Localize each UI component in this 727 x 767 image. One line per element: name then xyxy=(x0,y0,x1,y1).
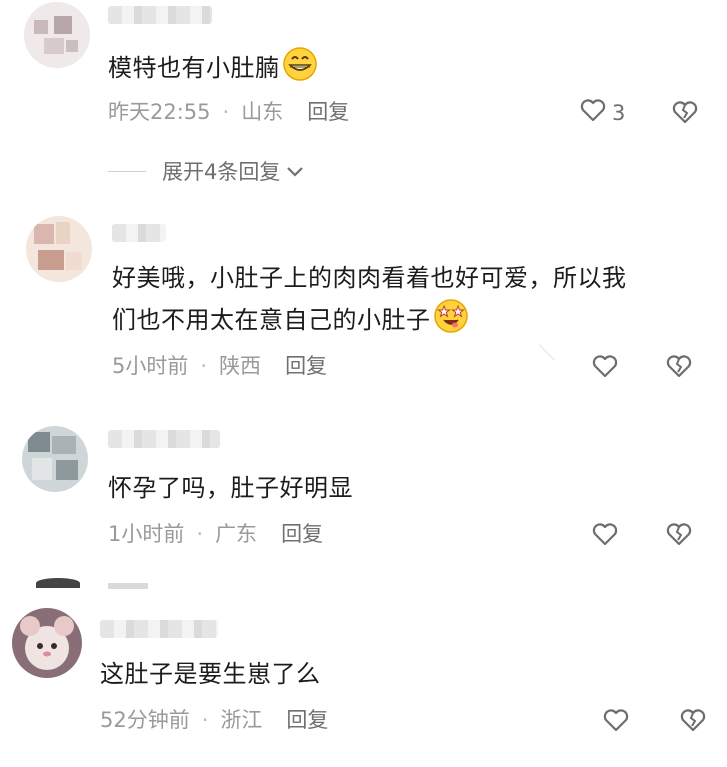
like-button[interactable] xyxy=(603,708,629,737)
comment-location: 山东 xyxy=(241,100,284,124)
username-blurred[interactable] xyxy=(112,224,166,242)
expand-replies-label: 展开4条回复 xyxy=(162,160,281,184)
dislike-button[interactable] xyxy=(666,522,692,550)
like-button[interactable] xyxy=(592,522,618,551)
comment-time: 5小时前 xyxy=(112,354,189,378)
dislike-button[interactable] xyxy=(680,708,706,736)
heart-icon xyxy=(580,98,606,127)
like-count: 3 xyxy=(612,100,626,125)
broken-heart-icon xyxy=(666,523,692,550)
heart-icon xyxy=(592,354,618,383)
heart-icon xyxy=(592,522,618,551)
avatar[interactable] xyxy=(24,2,90,68)
like-button[interactable] xyxy=(592,354,618,383)
avatar xyxy=(36,578,80,588)
star-struck-face-icon xyxy=(433,298,469,346)
comment-time: 昨天22:55 xyxy=(108,100,211,124)
comment-item: 模特也有小肚腩 昨天22:55 · 山东 回复 3 展开4条回复 xyxy=(0,0,727,200)
comment-text-content: 怀孕了吗，肚子好明显 xyxy=(108,474,353,502)
comment-text-line: 们也不用太在意自己的小肚子 xyxy=(112,306,431,334)
comment-text: 怀孕了吗，肚子好明显 xyxy=(108,468,353,508)
grinning-face-icon xyxy=(282,46,318,94)
like-button[interactable]: 3 xyxy=(580,98,625,127)
reply-button[interactable]: 回复 xyxy=(286,708,328,732)
comment-meta: 5小时前 · 陕西 回复 xyxy=(112,352,327,380)
comment-meta: 昨天22:55 · 山东 回复 xyxy=(108,98,349,126)
comment-text-content: 模特也有小肚腩 xyxy=(108,54,280,82)
heart-icon xyxy=(603,708,629,737)
meta-separator: · xyxy=(196,522,204,546)
comment-location: 浙江 xyxy=(220,708,263,732)
comment-item: 好美哦，小肚子上的肉肉看着也好可爱，所以我 们也不用太在意自己的小肚子 5小时前… xyxy=(0,210,727,410)
comment-text-content: 这肚子是要生崽了么 xyxy=(100,660,321,688)
comment-time: 1小时前 xyxy=(108,522,185,546)
comment-location: 陕西 xyxy=(219,354,262,378)
avatar[interactable] xyxy=(22,426,88,492)
comment-text-line: 好美哦，小肚子上的肉肉看着也好可爱，所以我 xyxy=(112,264,627,292)
comment-text: 好美哦，小肚子上的肉肉看着也好可爱，所以我 们也不用太在意自己的小肚子 xyxy=(112,258,627,346)
comment-item: 这肚子是要生崽了么 52分钟前 · 浙江 回复 xyxy=(0,600,727,767)
dislike-button[interactable] xyxy=(666,354,692,382)
meta-separator: · xyxy=(201,708,209,732)
reply-button[interactable]: 回复 xyxy=(281,522,323,546)
divider xyxy=(108,170,146,172)
reply-button[interactable]: 回复 xyxy=(285,354,327,378)
username-blurred[interactable] xyxy=(108,430,220,448)
reply-button[interactable]: 回复 xyxy=(307,100,349,124)
comment-text: 模特也有小肚腩 xyxy=(108,46,318,94)
avatar[interactable] xyxy=(26,216,92,282)
comment-meta: 1小时前 · 广东 回复 xyxy=(108,520,323,548)
broken-heart-icon xyxy=(666,355,692,382)
chevron-down-icon xyxy=(286,159,304,183)
comment-meta: 52分钟前 · 浙江 回复 xyxy=(100,706,328,734)
avatar[interactable] xyxy=(12,608,82,678)
broken-heart-icon xyxy=(672,101,698,128)
comment-time: 52分钟前 xyxy=(100,708,190,732)
broken-heart-icon xyxy=(680,709,706,736)
username-blurred[interactable] xyxy=(108,6,212,24)
dislike-button[interactable] xyxy=(672,100,698,128)
comment-item: 怀孕了吗，肚子好明显 1小时前 · 广东 回复 xyxy=(0,420,727,570)
username-blurred xyxy=(108,583,148,589)
username-blurred[interactable] xyxy=(100,620,218,638)
comment-text: 这肚子是要生崽了么 xyxy=(100,654,321,694)
meta-separator: · xyxy=(200,354,208,378)
expand-replies-button[interactable]: 展开4条回复 xyxy=(108,156,304,186)
comment-location: 广东 xyxy=(215,522,258,546)
meta-separator: · xyxy=(222,100,230,124)
